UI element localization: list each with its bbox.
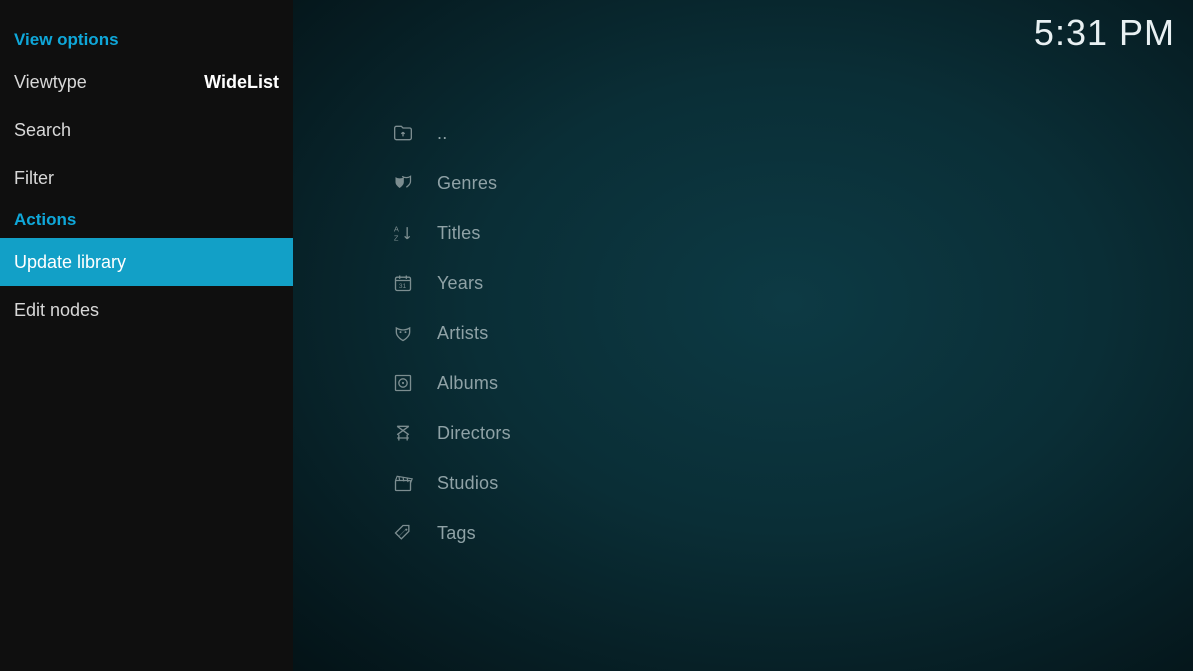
list-item-studios[interactable]: Studios bbox=[393, 458, 913, 508]
calendar-icon: 31 bbox=[393, 273, 413, 293]
list-item-titles[interactable]: A Z Titles bbox=[393, 208, 913, 258]
director-chair-icon bbox=[393, 423, 413, 443]
svg-text:A: A bbox=[394, 224, 399, 233]
sort-alpha-icon: A Z bbox=[393, 223, 413, 243]
update-library-label: Update library bbox=[14, 252, 126, 273]
edit-nodes-row[interactable]: Edit nodes bbox=[0, 286, 293, 334]
update-library-row[interactable]: Update library bbox=[0, 238, 293, 286]
viewtype-value: WideList bbox=[204, 72, 279, 93]
masks-icon bbox=[393, 173, 413, 193]
search-label: Search bbox=[14, 120, 71, 141]
filter-label: Filter bbox=[14, 168, 54, 189]
list-item-parent[interactable]: .. bbox=[393, 108, 913, 158]
folder-up-icon bbox=[393, 123, 413, 143]
list-item-label: .. bbox=[437, 123, 447, 144]
viewtype-row[interactable]: Viewtype WideList bbox=[0, 58, 293, 106]
content-list: .. Genres A Z Titles 31 Years Artists bbox=[393, 108, 913, 558]
list-item-label: Titles bbox=[437, 223, 481, 244]
side-options-panel: View options Viewtype WideList Search Fi… bbox=[0, 0, 293, 671]
list-item-tags[interactable]: Tags bbox=[393, 508, 913, 558]
filter-row[interactable]: Filter bbox=[0, 154, 293, 202]
actions-heading: Actions bbox=[0, 210, 293, 230]
svg-text:31: 31 bbox=[399, 283, 407, 290]
viewtype-label: Viewtype bbox=[14, 72, 87, 93]
list-item-label: Artists bbox=[437, 323, 488, 344]
list-item-directors[interactable]: Directors bbox=[393, 408, 913, 458]
list-item-label: Directors bbox=[437, 423, 511, 444]
view-options-heading: View options bbox=[0, 30, 293, 50]
list-item-label: Genres bbox=[437, 173, 497, 194]
list-item-albums[interactable]: Albums bbox=[393, 358, 913, 408]
list-item-label: Tags bbox=[437, 523, 476, 544]
list-item-label: Years bbox=[437, 273, 483, 294]
edit-nodes-label: Edit nodes bbox=[14, 300, 99, 321]
list-item-genres[interactable]: Genres bbox=[393, 158, 913, 208]
list-item-years[interactable]: 31 Years bbox=[393, 258, 913, 308]
list-item-label: Studios bbox=[437, 473, 498, 494]
tags-icon bbox=[393, 523, 413, 543]
mask-artist-icon bbox=[393, 323, 413, 343]
list-item-artists[interactable]: Artists bbox=[393, 308, 913, 358]
clock: 5:31 PM bbox=[1034, 12, 1175, 54]
clapperboard-icon bbox=[393, 473, 413, 493]
album-icon bbox=[393, 373, 413, 393]
svg-text:Z: Z bbox=[394, 234, 399, 243]
search-row[interactable]: Search bbox=[0, 106, 293, 154]
list-item-label: Albums bbox=[437, 373, 498, 394]
